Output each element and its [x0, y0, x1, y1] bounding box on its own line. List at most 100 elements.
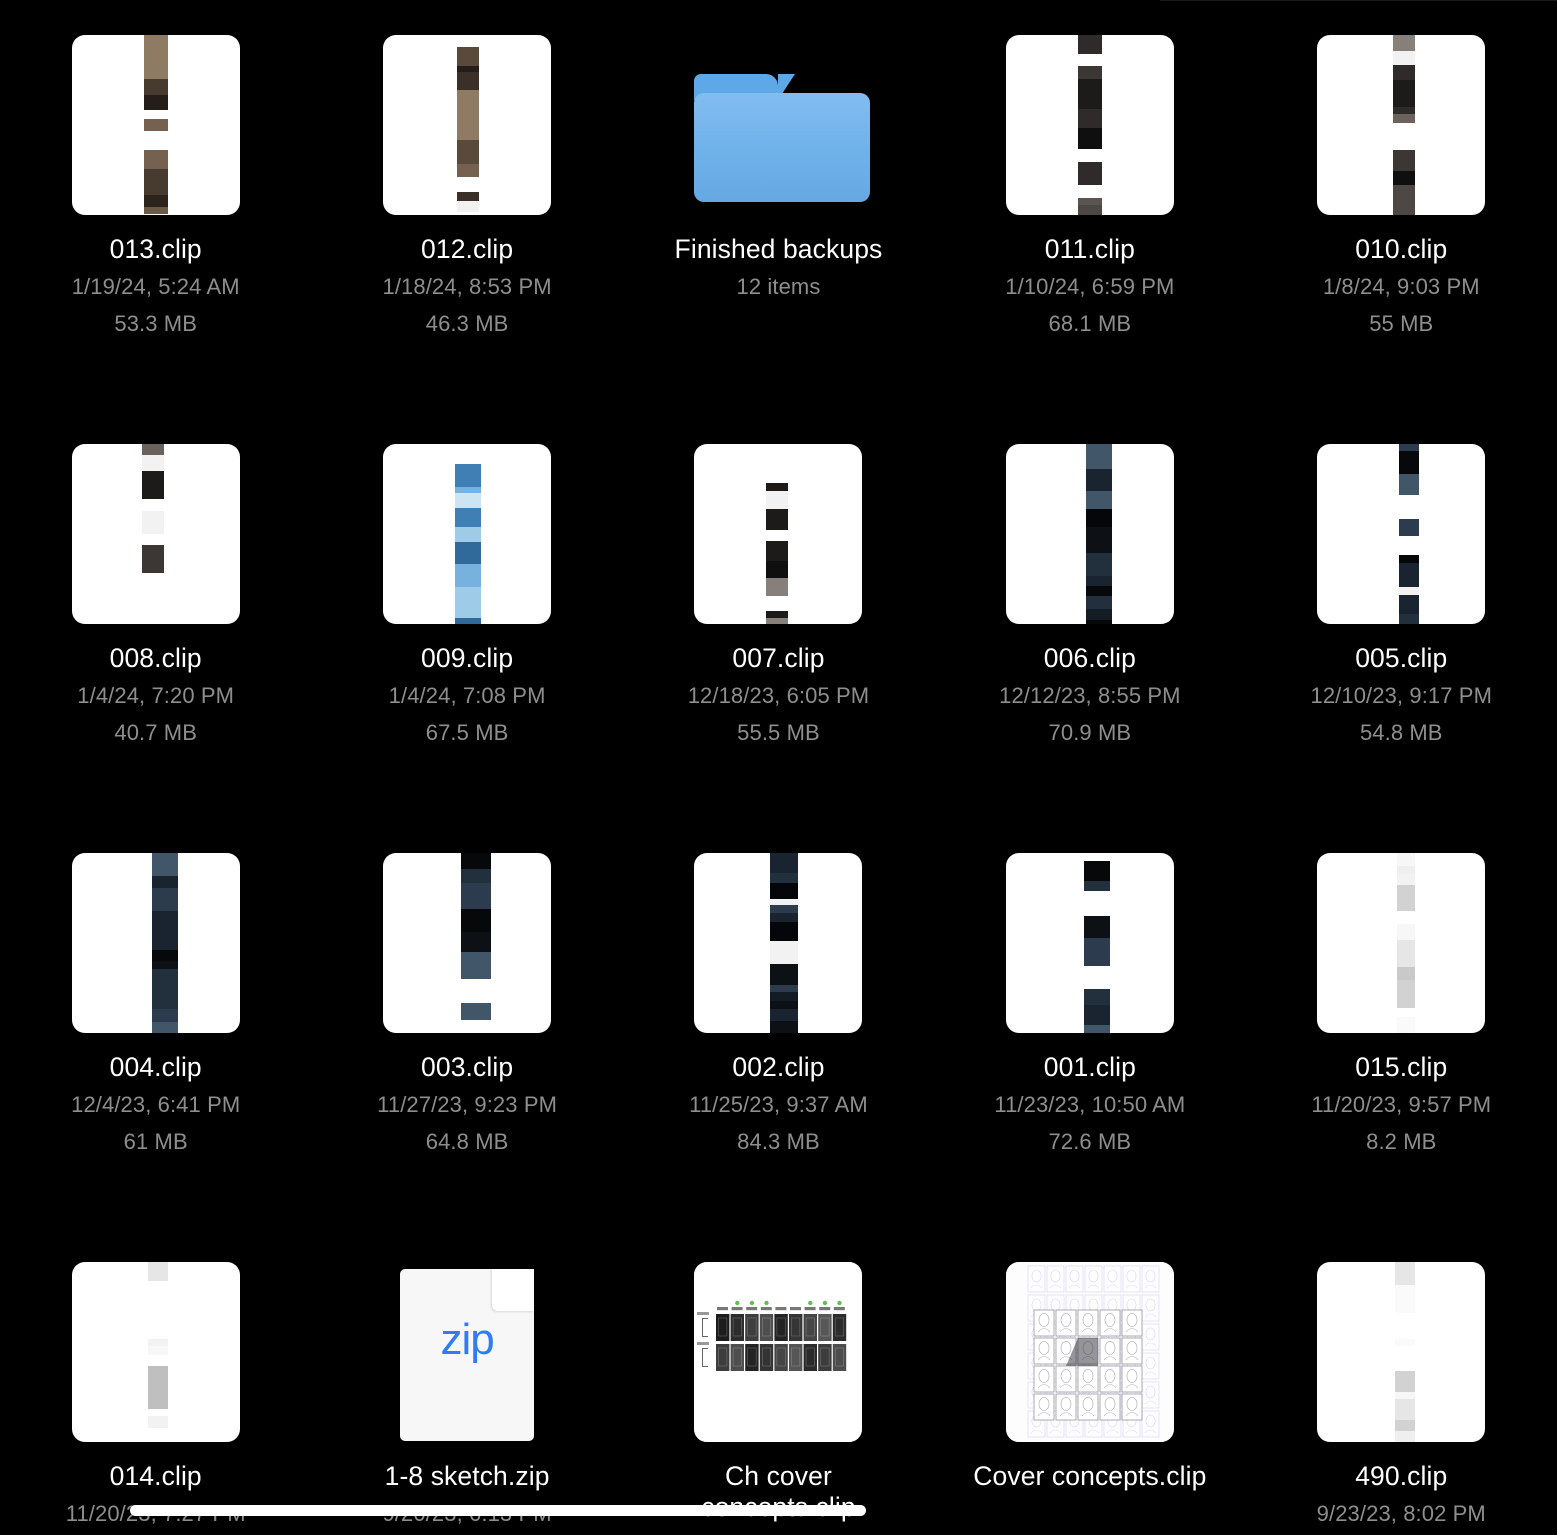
- clip-thumbnail-icon: [71, 1262, 240, 1442]
- file-size-label: 53.3 MB: [114, 311, 198, 336]
- file-name-label: 002.clip: [732, 1052, 825, 1082]
- grid-item[interactable]: 013.clip 1/19/24, 5:24 AM 53.3 MB: [0, 35, 311, 444]
- grid-item[interactable]: 011.clip 1/10/24, 6:59 PM 68.1 MB: [934, 35, 1245, 444]
- grid-item[interactable]: 010.clip 1/8/24, 9:03 PM 55 MB: [1246, 35, 1557, 444]
- file-date-label: 1/19/24, 5:24 AM: [71, 274, 240, 299]
- file-size-label: 61 MB: [123, 1129, 188, 1154]
- grid-item[interactable]: zip1-8 sketch.zip9/20/23, 6:13 PM: [311, 1262, 622, 1535]
- file-date-label: 1/4/24, 7:20 PM: [77, 683, 235, 708]
- grid-item[interactable]: 003.clip 11/27/23, 9:23 PM 64.8 MB: [311, 853, 622, 1262]
- clip-thumbnail-icon[interactable]: [694, 853, 863, 1033]
- clip-thumbnail-icon[interactable]: [71, 444, 240, 624]
- file-date-label: 12/10/23, 9:17 PM: [1310, 683, 1492, 708]
- clip-thumbnail-icon: [383, 35, 552, 215]
- grid-item[interactable]: 490.clip 9/23/23, 8:02 PM: [1246, 1262, 1557, 1535]
- file-size-label: 68.1 MB: [1048, 311, 1132, 336]
- file-name-label: Cover concepts.clip: [973, 1461, 1207, 1491]
- file-name-label: 004.clip: [109, 1052, 202, 1082]
- grid-item[interactable]: 006.clip 12/12/23, 8:55 PM 70.9 MB: [934, 444, 1245, 853]
- clip-thumbnail-icon: [1317, 35, 1486, 215]
- file-size-label: 84.3 MB: [737, 1129, 820, 1154]
- clip-thumbnail-icon[interactable]: [1005, 444, 1174, 624]
- file-size-label: 64.8 MB: [425, 1129, 509, 1154]
- storyboard-thumbnail-icon[interactable]: [694, 1262, 863, 1442]
- grid-item[interactable]: 002.clip 11/25/23, 9:37 AM 84.3 MB: [623, 853, 934, 1262]
- file-grid: 013.clip 1/19/24, 5:24 AM 53.3 MB 012.clip 1…: [0, 35, 1557, 1535]
- file-size-label: 55.5 MB: [737, 720, 820, 745]
- file-name-label: 001.clip: [1043, 1052, 1136, 1082]
- file-size-label: 70.9 MB: [1048, 720, 1132, 745]
- file-name-label: 015.clip: [1355, 1052, 1448, 1082]
- clip-thumbnail-icon: [1317, 444, 1486, 624]
- zip-badge-label: zip: [440, 1315, 494, 1364]
- clip-thumbnail-icon: [1005, 853, 1174, 1033]
- grid-item[interactable]: 014.clip11/20/23, 7:27 PM: [0, 1262, 311, 1535]
- file-size-label: 67.5 MB: [425, 720, 509, 745]
- clip-thumbnail-icon[interactable]: [1317, 35, 1486, 215]
- clip-thumbnail-icon[interactable]: [1317, 444, 1486, 624]
- file-date-label: 1/4/24, 7:08 PM: [388, 683, 546, 708]
- grid-item[interactable]: 008.clip 1/4/24, 7:20 PM 40.7 MB: [0, 444, 311, 853]
- clip-thumbnail-icon[interactable]: [383, 444, 552, 624]
- zip-file-icon: zip: [400, 1269, 535, 1441]
- zip-file-icon[interactable]: zip: [383, 1262, 551, 1442]
- clip-thumbnail-icon[interactable]: [1317, 1262, 1486, 1442]
- file-size-label: 40.7 MB: [114, 720, 198, 745]
- file-size-label: 54.8 MB: [1359, 720, 1443, 745]
- file-date-label: 1/18/24, 8:53 PM: [382, 274, 552, 299]
- clip-thumbnail-icon[interactable]: [71, 853, 240, 1033]
- file-size-label: 72.6 MB: [1048, 1129, 1132, 1154]
- file-name-label: 490.clip: [1355, 1461, 1448, 1491]
- clip-thumbnail-icon[interactable]: [383, 35, 552, 215]
- clip-thumbnail-icon[interactable]: [694, 444, 863, 624]
- folder-icon: [694, 74, 871, 202]
- file-date-label: 9/23/23, 8:02 PM: [1316, 1501, 1486, 1526]
- clip-thumbnail-icon[interactable]: [71, 1262, 240, 1442]
- clip-thumbnail-icon: [71, 35, 240, 215]
- clip-thumbnail-icon: [1005, 35, 1174, 215]
- file-name-label: 011.clip: [1044, 234, 1135, 264]
- grid-item[interactable]: 007.clip 12/18/23, 6:05 PM 55.5 MB: [623, 444, 934, 853]
- file-date-label: 11/27/23, 9:23 PM: [377, 1092, 558, 1117]
- file-name-label: 007.clip: [732, 643, 825, 673]
- file-name-label: 005.clip: [1355, 643, 1448, 673]
- clip-thumbnail-icon[interactable]: [71, 35, 240, 215]
- clip-thumbnail-icon: [694, 853, 863, 1033]
- file-size-label: 55 MB: [1369, 311, 1434, 336]
- grid-item[interactable]: 009.clip 1/4/24, 7:08 PM 67.5 MB: [311, 444, 622, 853]
- clip-thumbnail-icon[interactable]: [383, 853, 552, 1033]
- clip-thumbnail-icon: [383, 853, 552, 1033]
- clip-thumbnail-icon[interactable]: [1005, 35, 1174, 215]
- grid-item[interactable]: 004.clip 12/4/23, 6:41 PM 61 MB: [0, 853, 311, 1262]
- clip-thumbnail-icon: [71, 853, 240, 1033]
- grid-item[interactable]: 001.clip 11/23/23, 10:50 AM 72.6 MB: [934, 853, 1245, 1262]
- grid-item[interactable]: Ch cover concepts.clip: [623, 1262, 934, 1535]
- grid-item[interactable]: 012.clip 1/18/24, 8:53 PM 46.3 MB: [311, 35, 622, 444]
- file-name-label: 014.clip: [109, 1461, 202, 1491]
- file-name-label: 013.clip: [109, 234, 202, 264]
- file-date-label: 12/18/23, 6:05 PM: [687, 683, 870, 708]
- item-count-label: 12 items: [736, 274, 821, 299]
- storyboard-thumbnail-icon: [694, 1262, 863, 1442]
- sketchgrid-thumbnail-icon: [1005, 1262, 1174, 1442]
- grid-item[interactable]: Cover concepts.clip: [934, 1262, 1245, 1535]
- clip-thumbnail-icon: [1317, 1262, 1486, 1442]
- folder-icon[interactable]: [694, 35, 871, 215]
- files-grid-screen: 013.clip 1/19/24, 5:24 AM 53.3 MB 012.clip 1…: [0, 0, 1557, 1535]
- file-name-label: 006.clip: [1043, 643, 1136, 673]
- file-date-label: 11/25/23, 9:37 AM: [689, 1092, 868, 1117]
- home-indicator[interactable]: [130, 1505, 866, 1516]
- sketchgrid-thumbnail-icon[interactable]: [1005, 1262, 1174, 1442]
- grid-item[interactable]: Finished backups 12 items: [623, 35, 934, 444]
- file-name-label: 008.clip: [109, 643, 202, 673]
- clip-thumbnail-icon[interactable]: [1005, 853, 1174, 1033]
- file-name-label: 009.clip: [421, 643, 514, 673]
- file-date-label: 1/10/24, 6:59 PM: [1005, 274, 1175, 299]
- clip-thumbnail-icon[interactable]: [1317, 853, 1486, 1033]
- file-size-label: 8.2 MB: [1366, 1129, 1437, 1154]
- grid-item[interactable]: 005.clip 12/10/23, 9:17 PM 54.8 MB: [1246, 444, 1557, 853]
- clip-thumbnail-icon: [383, 444, 552, 624]
- file-name-label: 003.clip: [421, 1052, 514, 1082]
- grid-item[interactable]: 015.clip 11/20/23, 9:57 PM 8.2 MB: [1246, 853, 1557, 1262]
- file-date-label: 11/20/23, 9:57 PM: [1311, 1092, 1492, 1117]
